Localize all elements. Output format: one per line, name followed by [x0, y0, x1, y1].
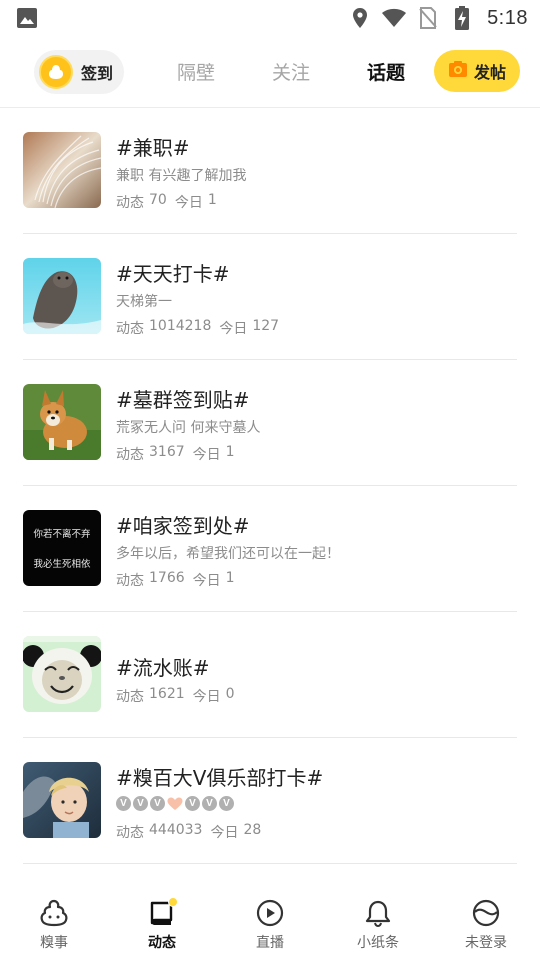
nav-item-notes[interactable]: 小纸条	[324, 880, 432, 960]
topic-title: #糗百大V俱乐部打卡#	[116, 766, 324, 790]
topic-title: #天天打卡#	[116, 262, 230, 286]
post-label: 发帖	[473, 63, 506, 82]
posts-label: 动态	[116, 689, 144, 705]
v-badge: V	[133, 796, 148, 811]
topic-item[interactable]: #糗百大V俱乐部打卡# V V V V V V 动态 444033 今日 28	[0, 738, 540, 864]
nav-label: 动态	[148, 935, 176, 951]
topic-thumbnail	[23, 384, 101, 460]
topic-description: 兼职 有兴趣了解加我	[116, 168, 247, 184]
today-label: 今日	[192, 689, 221, 705]
topic-stats: 动态 70 今日 1	[116, 192, 217, 212]
nav-item-feed[interactable]: 动态	[108, 880, 216, 960]
v-badge: V	[150, 796, 165, 811]
topic-title: #咱家签到处#	[116, 514, 250, 538]
today-count: 127	[252, 318, 280, 334]
checkin-button[interactable]: 签到	[34, 50, 124, 94]
v-badge: V	[116, 796, 131, 811]
topic-description: 多年以后，希望我们还可以在一起！	[116, 546, 340, 562]
topic-thumbnail	[23, 762, 101, 838]
today-count: 28	[243, 822, 262, 838]
topic-title: #墓群签到贴#	[116, 388, 250, 412]
topic-item[interactable]: 你若不离不弃 我必生死相依 #咱家签到处# 多年以后，希望我们还可以在一起！ 动…	[0, 486, 540, 612]
wifi-icon	[381, 6, 407, 30]
posts-count: 70	[149, 192, 167, 208]
topic-thumbnail	[23, 636, 101, 712]
poop-icon	[39, 898, 69, 928]
bell-icon	[363, 898, 393, 928]
tab-topics[interactable]: 话题	[367, 58, 406, 85]
tab-follow[interactable]: 关注	[272, 58, 310, 85]
nav-item-profile[interactable]: 未登录	[432, 880, 540, 960]
v-badge: V	[185, 796, 200, 811]
topic-stats: 动态 1014218 今日 127	[116, 318, 279, 338]
topic-list: #兼职# 兼职 有兴趣了解加我 动态 70 今日 1 #天天打卡# 天梯第一 动态 1…	[0, 108, 540, 864]
topic-item[interactable]: #天天打卡# 天梯第一 动态 1014218 今日 127	[0, 234, 540, 360]
topic-description: 荒冢无人问 何来守墓人	[116, 420, 261, 436]
battery-charging-icon	[449, 6, 475, 30]
topic-description: 天梯第一	[116, 294, 172, 310]
nav-label: 小纸条	[357, 935, 399, 951]
topic-thumbnail: 你若不离不弃 我必生死相依	[23, 510, 101, 586]
image-icon	[16, 7, 38, 29]
topic-item[interactable]: #兼职# 兼职 有兴趣了解加我 动态 70 今日 1	[0, 108, 540, 234]
nav-item-stories[interactable]: 糗事	[0, 880, 108, 960]
topic-item[interactable]: #墓群签到贴# 荒冢无人问 何来守墓人 动态 3167 今日 1	[0, 360, 540, 486]
nav-label: 未登录	[465, 935, 507, 951]
badge-row: V V V V V V	[116, 796, 234, 811]
play-icon	[255, 898, 285, 928]
heart-icon	[167, 796, 183, 811]
camera-icon	[448, 60, 468, 82]
tab-neighbor[interactable]: 隔壁	[177, 58, 215, 85]
status-time: 5:18	[487, 6, 528, 29]
topic-thumbnail	[23, 258, 101, 334]
posts-label: 动态	[116, 447, 144, 463]
topic-item[interactable]: #流水账# 动态 1621 今日 0	[0, 612, 540, 738]
profile-icon	[471, 898, 501, 928]
v-badge: V	[219, 796, 234, 811]
today-count: 1	[225, 570, 235, 586]
no-sim-icon	[415, 6, 441, 30]
posts-count: 1621	[149, 686, 185, 702]
today-label: 今日	[192, 447, 221, 463]
posts-count: 3167	[149, 444, 185, 460]
topic-stats: 动态 1766 今日 1	[116, 570, 235, 590]
today-count: 1	[225, 444, 235, 460]
checkin-icon	[39, 55, 73, 89]
divider	[23, 863, 517, 864]
posts-label: 动态	[116, 573, 144, 589]
today-count: 1	[207, 192, 217, 208]
topic-thumbnail	[23, 132, 101, 208]
today-label: 今日	[210, 825, 239, 841]
topic-title: #流水账#	[116, 656, 210, 680]
posts-count: 444033	[149, 822, 203, 838]
top-nav: 签到 隔壁 关注 话题 发帖	[0, 36, 540, 108]
today-count: 0	[225, 686, 235, 702]
topic-stats: 动态 3167 今日 1	[116, 444, 235, 464]
thumb-text-1: 你若不离不弃	[33, 529, 91, 540]
topic-stats: 动态 1621 今日 0	[116, 686, 235, 706]
posts-count: 1766	[149, 570, 185, 586]
topic-stats: 动态 444033 今日 28	[116, 822, 261, 842]
posts-count: 1014218	[149, 318, 212, 334]
nav-label: 糗事	[40, 935, 68, 951]
today-label: 今日	[174, 195, 203, 211]
today-label: 今日	[192, 573, 221, 589]
location-icon	[347, 6, 373, 30]
posts-label: 动态	[116, 321, 144, 337]
checkin-label: 签到	[81, 64, 114, 83]
posts-label: 动态	[116, 195, 144, 211]
notification-dot	[168, 897, 178, 907]
bottom-nav: 糗事 动态 直播 小纸条 未登录	[0, 880, 540, 960]
nav-label: 直播	[256, 935, 284, 951]
today-label: 今日	[219, 321, 248, 337]
nav-item-live[interactable]: 直播	[216, 880, 324, 960]
posts-label: 动态	[116, 825, 144, 841]
thumb-text-2: 我必生死相依	[33, 559, 91, 570]
topic-title: #兼职#	[116, 136, 190, 160]
post-button[interactable]: 发帖	[434, 50, 520, 92]
tab-topics-label: 话题	[367, 62, 406, 84]
status-bar: 5:18	[0, 0, 540, 36]
v-badge: V	[202, 796, 217, 811]
